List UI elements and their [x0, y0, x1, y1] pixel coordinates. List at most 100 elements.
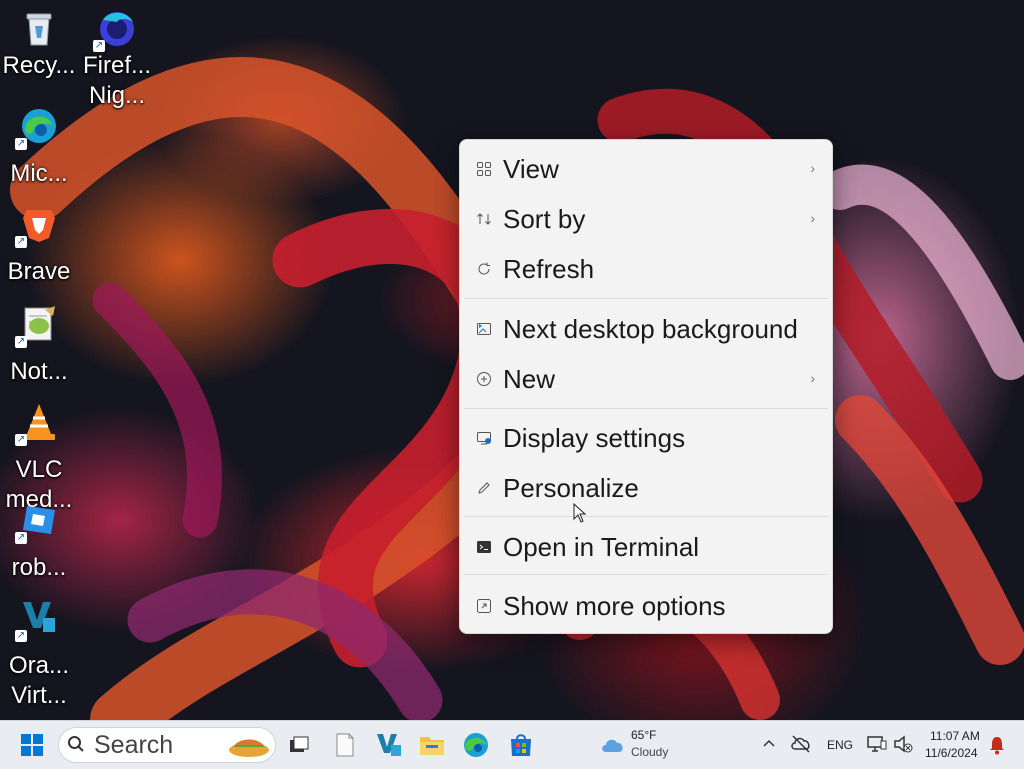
search-highlight-food-icon [229, 739, 269, 757]
folder-icon [420, 737, 444, 755]
shortcut-arrow-icon: ↗ [15, 336, 27, 348]
brave-lion-icon: ↗ [15, 204, 59, 248]
shortcut-arrow-icon: ↗ [15, 434, 27, 446]
desktop-icon-brave[interactable]: ↗ Brave [0, 204, 78, 290]
menu-item-display-settings[interactable]: Display settings [460, 415, 832, 461]
onedrive-button[interactable] [790, 733, 812, 755]
menu-separator [464, 408, 828, 409]
desktop-icon-label: Nig... [88, 82, 145, 109]
display-settings-icon [476, 430, 492, 446]
shortcut-arrow-icon: ↗ [15, 630, 27, 642]
taskbar-app-notepad[interactable] [331, 731, 359, 759]
firefox-nightly-icon: ↗ [93, 8, 137, 52]
menu-item-label: Open in Terminal [503, 531, 700, 562]
desktop-icon-roblox-studio[interactable]: ↗ rob... [0, 500, 78, 586]
recycle-bin-icon [19, 8, 59, 48]
shortcut-arrow-icon: ↗ [15, 532, 27, 544]
menu-item-personalize[interactable]: Personalize [460, 465, 832, 511]
store-bag-icon [511, 734, 531, 756]
shortcut-arrow-icon: ↗ [15, 236, 27, 248]
menu-item-label: Personalize [503, 472, 639, 503]
menu-separator [464, 574, 828, 575]
desktop-icon-notepad-plus[interactable]: ↗ Not... [0, 304, 78, 390]
next-background-icon [476, 321, 492, 337]
taskbar-app-virtualbox[interactable] [375, 731, 403, 759]
chevron-up-icon [763, 739, 775, 747]
menu-item-label: Refresh [503, 253, 595, 284]
cloud-icon [602, 739, 623, 752]
notepad-icon [336, 733, 354, 757]
desktop-icon-label: Virt... [11, 682, 67, 709]
mouse-cursor-icon [573, 503, 587, 523]
task-view-icon [290, 736, 309, 752]
vlc-cone-icon: ↗ [15, 402, 59, 446]
pen-icon [476, 480, 492, 496]
sort-icon [476, 211, 492, 227]
volume-muted-icon [894, 735, 913, 753]
start-button[interactable] [18, 731, 46, 759]
weather-temperature: 65°F [631, 728, 657, 742]
taskbar-app-store[interactable] [507, 731, 535, 759]
task-view-button[interactable] [285, 731, 313, 759]
menu-item-label: Display settings [503, 422, 686, 453]
desktop-icon-label: Brave [7, 258, 71, 285]
chevron-right-icon: › [810, 160, 815, 176]
desktop-icon-label: Not... [10, 358, 68, 385]
bell-icon [990, 737, 1004, 755]
taskbar: Search 65°F Cloudy ENG 11:07 AM 11/6/202… [0, 720, 1024, 769]
chevron-right-icon: › [810, 370, 815, 386]
network-button[interactable] [866, 733, 888, 755]
cloud-offline-icon [791, 735, 810, 753]
search-placeholder: Search [94, 731, 174, 759]
edge-icon: ↗ [15, 106, 59, 150]
desktop-icon-label: Mic... [10, 160, 68, 187]
virtualbox-icon [377, 734, 401, 756]
menu-item-label: Show more options [503, 590, 726, 621]
desktop-context-menu: View › Sort by › Refresh Next desktop ba… [459, 139, 833, 634]
shortcut-arrow-icon: ↗ [15, 138, 27, 150]
more-options-icon [476, 598, 492, 614]
volume-button[interactable] [892, 733, 914, 755]
clock-time: 11:07 AM [930, 729, 980, 743]
show-hidden-icons-button[interactable] [760, 735, 778, 753]
menu-separator [464, 298, 828, 299]
menu-item-label: New [503, 363, 556, 394]
menu-item-view[interactable]: View › [460, 146, 832, 192]
desktop-icon-oracle-virtualbox[interactable]: ↗ Ora... Virt... [0, 598, 78, 714]
menu-item-new[interactable]: New › [460, 356, 832, 402]
roblox-studio-icon: ↗ [15, 500, 59, 544]
menu-item-label: Sort by [503, 203, 586, 234]
terminal-icon [476, 539, 492, 555]
menu-item-show-more-options[interactable]: Show more options [460, 583, 832, 629]
shortcut-arrow-icon: ↗ [93, 40, 105, 52]
edge-icon [464, 733, 488, 757]
search-icon [68, 736, 84, 752]
clock-date: 11/6/2024 [925, 746, 978, 760]
notepad-plus-icon: ↗ [15, 304, 59, 348]
desktop-icon-label: rob... [11, 554, 67, 581]
plus-circle-icon [476, 371, 492, 387]
grid-icon [476, 161, 492, 177]
refresh-icon [476, 261, 492, 277]
menu-item-next-desktop-background[interactable]: Next desktop background [460, 306, 832, 352]
network-icon [867, 736, 887, 752]
weather-condition: Cloudy [631, 745, 669, 759]
desktop-icon-firefox-nightly[interactable]: ↗ Firef... Nig... [78, 8, 156, 114]
taskbar-search-box[interactable]: Search [58, 727, 276, 763]
menu-item-sort-by[interactable]: Sort by › [460, 196, 832, 242]
notifications-button[interactable] [988, 735, 1006, 755]
desktop-icon-microsoft-edge[interactable]: ↗ Mic... [0, 106, 78, 192]
virtualbox-icon: ↗ [15, 598, 59, 642]
menu-item-label: View [503, 153, 559, 184]
menu-item-refresh[interactable]: Refresh [460, 246, 832, 292]
menu-separator [464, 516, 828, 517]
taskbar-app-edge[interactable] [462, 731, 490, 759]
menu-item-label: Next desktop background [503, 313, 798, 344]
clock-button[interactable]: 11:07 AM 11/6/2024 [922, 725, 984, 765]
menu-item-open-in-terminal[interactable]: Open in Terminal [460, 524, 832, 570]
windows-logo-icon [21, 734, 43, 756]
taskbar-app-file-explorer[interactable] [418, 731, 446, 759]
desktop-icon-label: Recy... [2, 52, 76, 79]
language-indicator[interactable]: ENG [827, 738, 853, 752]
desktop-icon-recycle-bin[interactable]: Recy... [0, 8, 78, 84]
